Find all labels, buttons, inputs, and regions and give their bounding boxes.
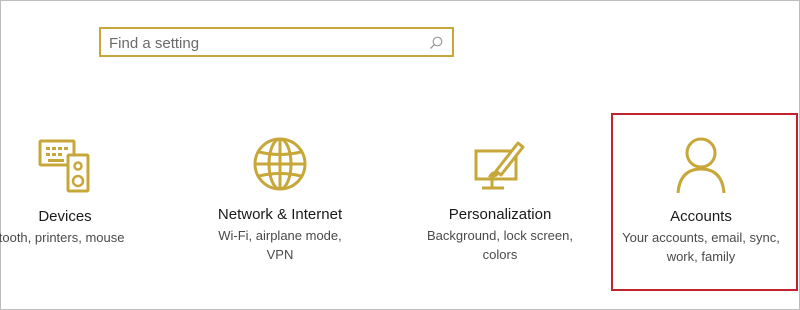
- tile-title: Personalization: [448, 206, 552, 223]
- tile-subtitle-line: work, family: [666, 249, 736, 264]
- search-box[interactable]: [99, 27, 454, 57]
- tile-personalization[interactable]: Personalization Background, lock screen,…: [410, 135, 590, 264]
- devices-icon: [38, 139, 90, 193]
- person-icon: [676, 137, 726, 194]
- tile-subtitle-line: colors: [482, 247, 518, 262]
- tile-subtitle: Your accounts, email, sync, work, family: [612, 228, 790, 266]
- tile-subtitle: Background, lock screen, colors: [410, 226, 590, 264]
- globe-icon: [253, 137, 307, 191]
- personalization-icon: [474, 141, 525, 190]
- tile-devices[interactable]: Devices etooth, printers, mouse: [0, 135, 140, 247]
- tile-subtitle-line: Background, lock screen,: [427, 228, 573, 243]
- tile-subtitle: etooth, printers, mouse: [0, 230, 125, 245]
- tile-accounts[interactable]: Accounts Your accounts, email, sync, wor…: [612, 135, 790, 266]
- tile-title: Network & Internet: [217, 206, 343, 223]
- tile-subtitle: Wi-Fi, airplane mode, VPN: [218, 228, 342, 262]
- tile-title: Accounts: [670, 208, 732, 225]
- search-icon[interactable]: [428, 35, 444, 51]
- search-input[interactable]: [109, 33, 419, 53]
- tile-subtitle-line: Your accounts, email, sync,: [622, 230, 780, 245]
- tile-title: Devices: [38, 208, 92, 225]
- tile-network-internet[interactable]: Network & Internet Wi-Fi, airplane mode,…: [205, 135, 355, 264]
